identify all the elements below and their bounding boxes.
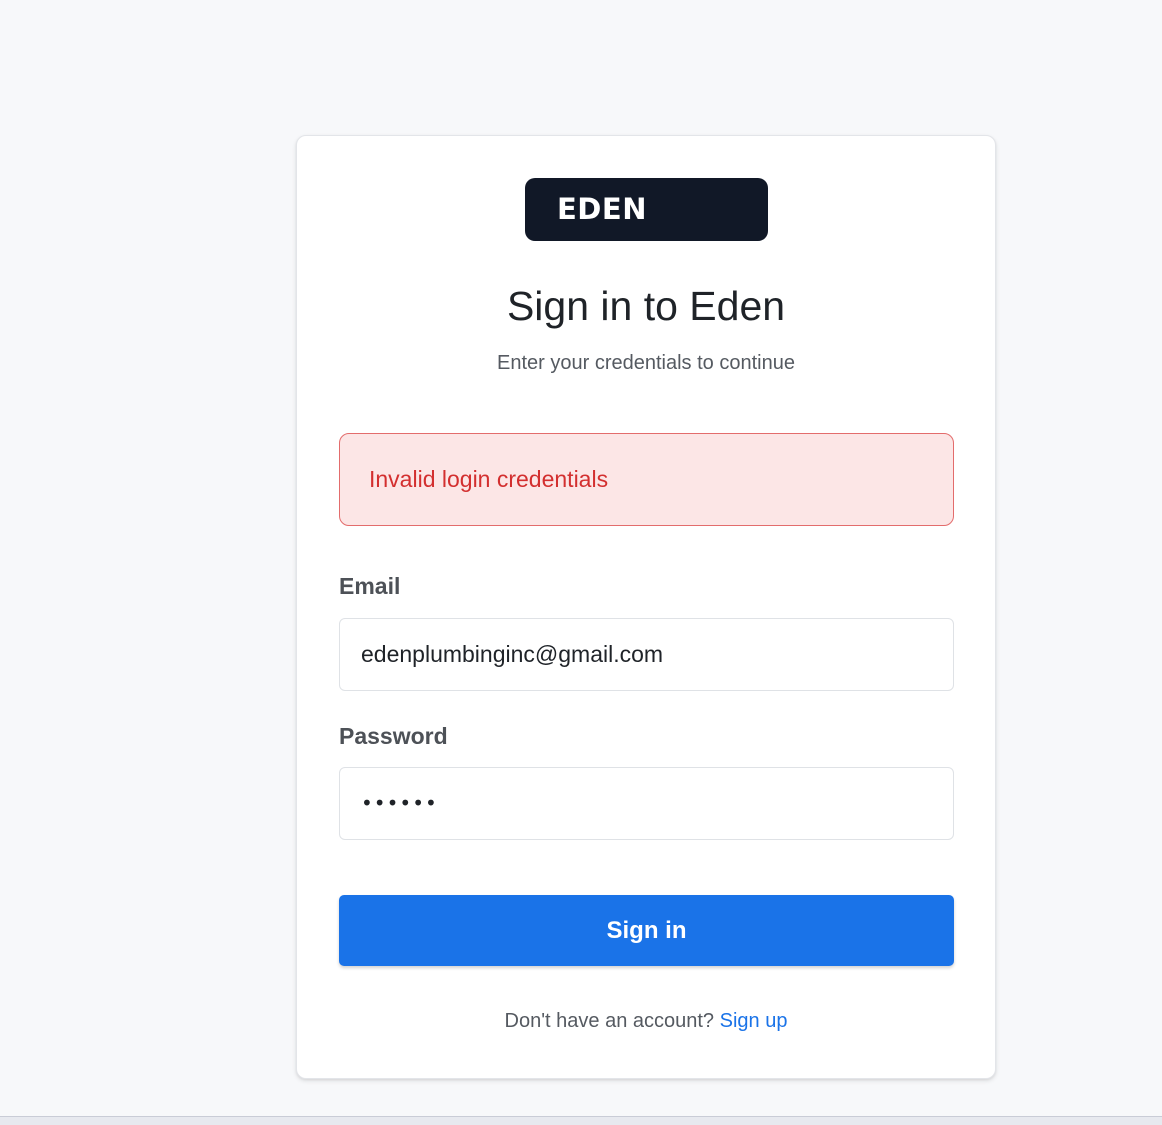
- page-title: Sign in to Eden: [506, 283, 786, 329]
- sign-in-button[interactable]: Sign in: [339, 895, 954, 966]
- password-label: Password: [339, 723, 448, 749]
- signup-prompt-text: Don't have an account?: [504, 1010, 715, 1032]
- eden-logo: EDEN: [525, 178, 768, 241]
- sign-up-link[interactable]: Sign up: [720, 1010, 788, 1032]
- page-subtitle: Enter your credentials to continue: [497, 352, 795, 374]
- login-card: EDEN Sign in to Eden Enter your credenti…: [296, 135, 996, 1079]
- email-field[interactable]: edenplumbinginc@gmail.com: [339, 618, 954, 691]
- password-field[interactable]: ••••••: [339, 767, 954, 840]
- error-message: Invalid login credentials: [369, 466, 609, 492]
- email-label: Email: [339, 573, 401, 599]
- signup-prompt: Don't have an account? Sign up: [297, 1007, 995, 1035]
- error-alert: Invalid login credentials: [339, 433, 954, 526]
